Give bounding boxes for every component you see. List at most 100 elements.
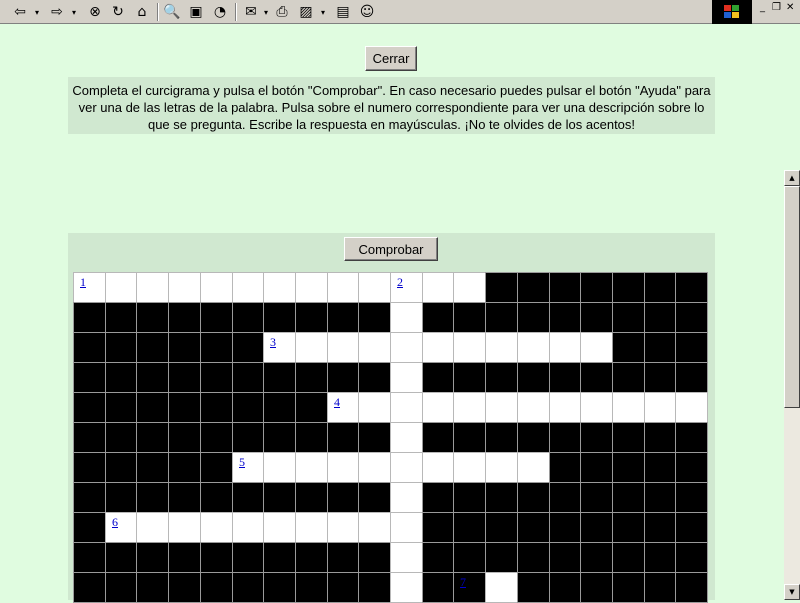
- stop-icon[interactable]: ⊗: [85, 2, 105, 22]
- crossword-cell-white[interactable]: [422, 272, 454, 303]
- crossword-cell-white[interactable]: 6: [105, 512, 137, 543]
- crossword-cell-white[interactable]: [390, 482, 423, 513]
- crossword-cell-black: [73, 422, 106, 453]
- crossword-cell-white[interactable]: [232, 512, 264, 543]
- crossword-cell-white[interactable]: [358, 512, 391, 543]
- close-button[interactable]: Cerrar: [365, 46, 417, 71]
- crossword-cell-white[interactable]: [390, 572, 423, 603]
- crossword-cell-white[interactable]: [517, 452, 550, 483]
- forward-arrow-icon[interactable]: ⇨: [47, 2, 67, 22]
- crossword-cell-white[interactable]: [485, 392, 518, 423]
- crossword-cell-white[interactable]: [580, 332, 613, 363]
- crossword-cell-white[interactable]: [358, 452, 391, 483]
- crossword-cell-white[interactable]: [327, 272, 359, 303]
- crossword-cell-white[interactable]: [612, 392, 645, 423]
- crossword-cell-white[interactable]: [422, 392, 454, 423]
- messenger-icon[interactable]: ☺: [357, 2, 377, 22]
- crossword-cell-white[interactable]: [422, 332, 454, 363]
- crossword-cell-white[interactable]: [295, 272, 328, 303]
- crossword-cell-white[interactable]: [453, 332, 486, 363]
- crossword-cell-white[interactable]: [232, 272, 264, 303]
- crossword-cell-white[interactable]: [295, 512, 328, 543]
- crossword-cell-black: [295, 302, 328, 333]
- clue-number-link[interactable]: 4: [334, 395, 340, 410]
- forward-dropdown-icon[interactable]: ▾: [69, 2, 79, 22]
- back-dropdown-icon[interactable]: ▾: [32, 2, 42, 22]
- crossword-cell-white[interactable]: [390, 542, 423, 573]
- crossword-cell-white[interactable]: [644, 392, 676, 423]
- crossword-cell-white[interactable]: 1: [73, 272, 106, 303]
- crossword-cell-white[interactable]: [263, 272, 296, 303]
- minimize-icon[interactable]: _: [760, 2, 765, 13]
- crossword-cell-white[interactable]: [549, 332, 581, 363]
- crossword-cell-white[interactable]: [485, 572, 518, 603]
- refresh-icon[interactable]: ↻: [108, 2, 128, 22]
- crossword-cell-white[interactable]: [390, 392, 423, 423]
- crossword-cell-white[interactable]: [168, 272, 201, 303]
- crossword-cell-white[interactable]: [485, 332, 518, 363]
- history-icon[interactable]: ◔: [210, 2, 230, 22]
- vertical-scrollbar[interactable]: ▲ ▼: [784, 170, 800, 600]
- print-icon[interactable]: ⎙: [272, 2, 292, 22]
- crossword-cell-white[interactable]: [517, 332, 550, 363]
- crossword-cell-white[interactable]: [105, 272, 137, 303]
- crossword-cell-white[interactable]: [485, 452, 518, 483]
- clue-number-link[interactable]: 6: [112, 515, 118, 530]
- check-button[interactable]: Comprobar: [344, 237, 438, 261]
- crossword-cell-white[interactable]: [390, 332, 423, 363]
- crossword-cell-white[interactable]: 3: [263, 332, 296, 363]
- crossword-cell-white[interactable]: [200, 512, 233, 543]
- crossword-cell-white[interactable]: [390, 452, 423, 483]
- scroll-down-icon[interactable]: ▼: [784, 584, 800, 600]
- crossword-cell-white[interactable]: [358, 272, 391, 303]
- crossword-cell-white[interactable]: [453, 392, 486, 423]
- crossword-cell-white[interactable]: [549, 392, 581, 423]
- crossword-cell-white[interactable]: [422, 452, 454, 483]
- crossword-cell-white[interactable]: [200, 272, 233, 303]
- clue-number-link[interactable]: 1: [80, 275, 86, 290]
- edit-icon[interactable]: ▨: [296, 2, 316, 22]
- crossword-cell-white[interactable]: [327, 332, 359, 363]
- crossword-cell-black: [422, 362, 454, 393]
- crossword-cell-white[interactable]: 4: [327, 392, 359, 423]
- crossword-cell-white[interactable]: [295, 452, 328, 483]
- mail-dropdown-icon[interactable]: ▾: [261, 2, 271, 22]
- back-arrow-icon[interactable]: ⇦: [10, 2, 30, 22]
- crossword-cell-white[interactable]: [675, 392, 708, 423]
- clue-number-link[interactable]: 5: [239, 455, 245, 470]
- crossword-cell-white[interactable]: [136, 512, 169, 543]
- crossword-cell-white[interactable]: 5: [232, 452, 264, 483]
- edit-dropdown-icon[interactable]: ▾: [318, 2, 328, 22]
- search-icon[interactable]: 🔍: [162, 2, 182, 22]
- crossword-cell-white[interactable]: [168, 512, 201, 543]
- crossword-cell-white[interactable]: [263, 512, 296, 543]
- crossword-cell-black: [675, 572, 708, 603]
- clue-number-link[interactable]: 3: [270, 335, 276, 350]
- crossword-cell-white[interactable]: [453, 272, 486, 303]
- scroll-up-icon[interactable]: ▲: [784, 170, 800, 186]
- crossword-cell-white[interactable]: [390, 512, 423, 543]
- mail-icon[interactable]: ✉: [241, 2, 261, 22]
- crossword-cell-white[interactable]: 2: [390, 272, 423, 303]
- crossword-cell-white[interactable]: [453, 452, 486, 483]
- crossword-cell-white[interactable]: [263, 452, 296, 483]
- crossword-cell-white[interactable]: [295, 332, 328, 363]
- close-icon[interactable]: ✕: [786, 2, 794, 13]
- discuss-icon[interactable]: ▤: [333, 2, 353, 22]
- crossword-cell-white[interactable]: [136, 272, 169, 303]
- clue-number-link[interactable]: 2: [397, 275, 403, 290]
- crossword-cell-white[interactable]: [390, 302, 423, 333]
- crossword-cell-white[interactable]: [327, 452, 359, 483]
- crossword-cell-white[interactable]: [390, 422, 423, 453]
- crossword-cell-white[interactable]: [390, 362, 423, 393]
- restore-icon[interactable]: ❐: [772, 2, 781, 13]
- clue-number-link[interactable]: 7: [460, 575, 466, 590]
- scroll-thumb[interactable]: [784, 186, 800, 408]
- crossword-cell-white[interactable]: [358, 392, 391, 423]
- home-icon[interactable]: ⌂: [132, 2, 152, 22]
- crossword-cell-white[interactable]: [517, 392, 550, 423]
- crossword-cell-white[interactable]: [358, 332, 391, 363]
- crossword-cell-white[interactable]: [327, 512, 359, 543]
- favorites-icon[interactable]: ▣: [186, 2, 206, 22]
- crossword-cell-white[interactable]: [580, 392, 613, 423]
